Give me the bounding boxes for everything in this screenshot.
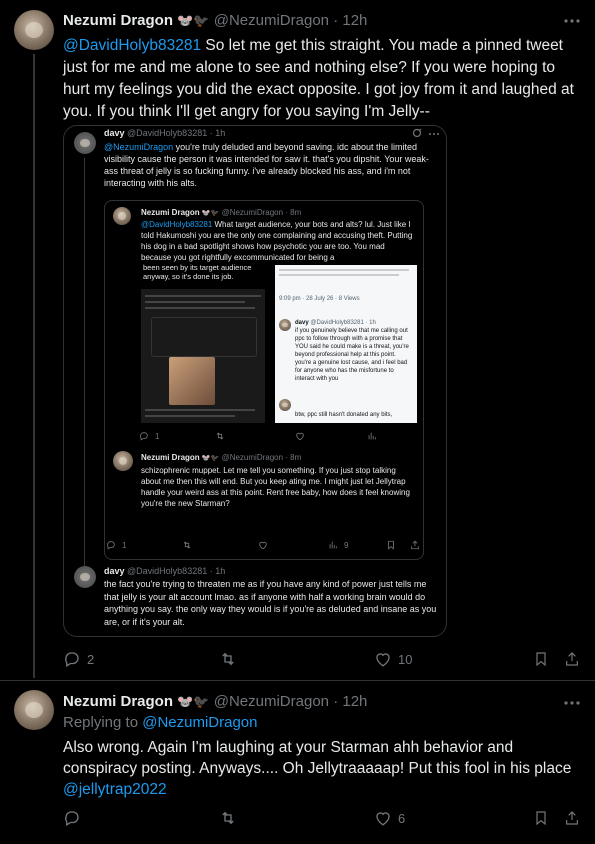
mention-link: @DavidHolyb83281 bbox=[141, 220, 213, 229]
mention-link: @NezumiDragon bbox=[104, 142, 174, 152]
author-handle: @DavidHolyb83281 · 1h bbox=[310, 320, 376, 326]
author-handle[interactable]: @NezumiDragon bbox=[214, 12, 329, 29]
avatar[interactable] bbox=[14, 10, 54, 50]
views-icon bbox=[367, 431, 377, 441]
avatar bbox=[279, 319, 291, 331]
nested-tweet-card: Nezumi Dragon 🐭🐦‍⬛ @NezumiDragon · 8m @D… bbox=[104, 200, 424, 560]
final-reply-text: the fact you're trying to threaten me as… bbox=[104, 579, 437, 627]
quote-header: davy @DavidHolyb83281 · 1h bbox=[104, 128, 225, 138]
like-count: 10 bbox=[398, 651, 413, 667]
avatar bbox=[113, 207, 131, 225]
view-count: 9 bbox=[344, 540, 349, 550]
thread-line bbox=[33, 54, 35, 678]
author-emoji: 🐭🐦‍⬛ bbox=[201, 455, 220, 462]
tweet-header: Nezumi Dragon 🐭🐦‍⬛ @NezumiDragon · 12h bbox=[63, 693, 367, 710]
like-icon bbox=[376, 653, 390, 667]
like-button[interactable]: 6 bbox=[374, 809, 405, 827]
reply-icon bbox=[140, 432, 148, 441]
author-handle: @NezumiDragon · 8m bbox=[221, 208, 302, 217]
bookmark-icon bbox=[386, 540, 396, 550]
mention-link[interactable]: @DavidHolyb83281 bbox=[63, 37, 201, 54]
grok-icon bbox=[412, 128, 422, 138]
share-icon[interactable] bbox=[564, 650, 580, 668]
screenshot-reply-text: if you genuinely believe that me calling… bbox=[295, 328, 409, 382]
author-name: davy bbox=[295, 320, 309, 326]
retweet-icon[interactable] bbox=[219, 809, 237, 827]
screenshot-left bbox=[141, 289, 265, 423]
views-button: 9 bbox=[328, 540, 348, 550]
avatar bbox=[279, 399, 291, 411]
embedded-screenshot: been seen by its target audience anyway,… bbox=[139, 263, 419, 427]
like-count: 6 bbox=[398, 810, 406, 826]
nested-header: Nezumi Dragon 🐭🐦‍⬛ @NezumiDragon · 8m bbox=[141, 208, 301, 217]
author-name: Nezumi Dragon bbox=[141, 208, 200, 217]
mention-link[interactable]: @jellytrap2022 bbox=[63, 781, 167, 798]
share-icon bbox=[410, 540, 420, 550]
author-handle: @DavidHolyb83281 · 1h bbox=[127, 128, 226, 138]
avatar bbox=[113, 451, 133, 471]
author-handle: @NezumiDragon · 8m bbox=[221, 453, 302, 462]
tweet-time[interactable]: · 12h bbox=[333, 693, 367, 710]
more-options-icon bbox=[428, 132, 440, 136]
share-icon[interactable] bbox=[564, 809, 580, 827]
author-emoji: 🐭🐦‍⬛ bbox=[177, 13, 210, 28]
nested-reply-header: Nezumi Dragon 🐭🐦‍⬛ @NezumiDragon · 8m bbox=[141, 453, 301, 462]
avatar bbox=[74, 132, 96, 154]
like-button[interactable]: 10 bbox=[374, 650, 412, 668]
more-options-icon[interactable] bbox=[563, 12, 581, 30]
author-name: davy bbox=[104, 128, 125, 138]
replying-label: Replying to bbox=[63, 714, 143, 731]
views-icon bbox=[329, 541, 337, 549]
author-name: davy bbox=[104, 566, 125, 576]
reply-icon bbox=[65, 652, 79, 667]
tweet-body: Also wrong. Again I'm laughing at your S… bbox=[63, 737, 578, 800]
reply-count: 2 bbox=[87, 651, 95, 667]
reply-button: 1 bbox=[139, 431, 159, 441]
final-reply-header: davy @DavidHolyb83281 · 1h bbox=[104, 566, 225, 576]
reply-icon bbox=[107, 541, 115, 550]
screenshot-reply2-text: btw, ppc still hasn't donated any bits, bbox=[295, 412, 393, 418]
retweet-icon bbox=[215, 431, 225, 441]
avatar bbox=[74, 566, 96, 588]
retweet-icon[interactable] bbox=[219, 650, 237, 668]
reply-count: 1 bbox=[122, 540, 127, 550]
tweet-time[interactable]: · 12h bbox=[333, 12, 367, 29]
replying-to-link[interactable]: @NezumiDragon bbox=[142, 714, 257, 731]
tweet-body: @DavidHolyb83281 So let me get this stra… bbox=[63, 35, 578, 123]
nested-reply-text: schizophrenic muppet. Let me tell you so… bbox=[141, 466, 410, 508]
divider bbox=[0, 680, 595, 681]
avatar[interactable] bbox=[14, 690, 54, 730]
quoted-tweet-card[interactable]: davy @DavidHolyb83281 · 1h @NezumiDragon… bbox=[63, 125, 447, 637]
tweet-text: Also wrong. Again I'm laughing at your S… bbox=[63, 739, 572, 777]
like-icon bbox=[258, 540, 268, 550]
author-name[interactable]: Nezumi Dragon bbox=[63, 693, 173, 710]
author-emoji: 🐭🐦‍⬛ bbox=[177, 694, 210, 709]
screenshot-meta: 9:09 pm · 28 July 26 · 8 Views bbox=[279, 296, 360, 302]
like-icon bbox=[295, 431, 305, 441]
overlay-text: been seen by its target audience anyway,… bbox=[143, 263, 252, 281]
replying-to: Replying to @NezumiDragon bbox=[63, 714, 258, 731]
screenshot-right: 9:09 pm · 28 July 26 · 8 Views davy @Dav… bbox=[275, 265, 417, 423]
quote-body: @NezumiDragon you're truly deluded and b… bbox=[104, 141, 436, 189]
bookmark-icon[interactable] bbox=[533, 650, 549, 668]
retweet-icon bbox=[182, 540, 192, 550]
thread-line bbox=[84, 158, 85, 588]
nested-body: @DavidHolyb83281 What target audience, y… bbox=[141, 219, 417, 263]
reply-count: 1 bbox=[155, 431, 160, 441]
author-handle[interactable]: @NezumiDragon bbox=[214, 693, 329, 710]
tweet-header: Nezumi Dragon 🐭🐦‍⬛ @NezumiDragon · 12h bbox=[63, 12, 367, 29]
screenshot-image bbox=[169, 357, 215, 405]
bookmark-icon[interactable] bbox=[533, 809, 549, 827]
reply-button[interactable]: 2 bbox=[63, 650, 94, 668]
author-emoji: 🐭🐦‍⬛ bbox=[201, 210, 220, 217]
like-icon bbox=[376, 812, 390, 826]
author-handle: @DavidHolyb83281 · 1h bbox=[127, 566, 226, 576]
reply-icon[interactable] bbox=[63, 809, 81, 827]
reply-button: 1 bbox=[106, 540, 126, 550]
author-name[interactable]: Nezumi Dragon bbox=[63, 12, 173, 29]
more-options-icon[interactable] bbox=[563, 694, 581, 712]
author-name: Nezumi Dragon bbox=[141, 453, 200, 462]
